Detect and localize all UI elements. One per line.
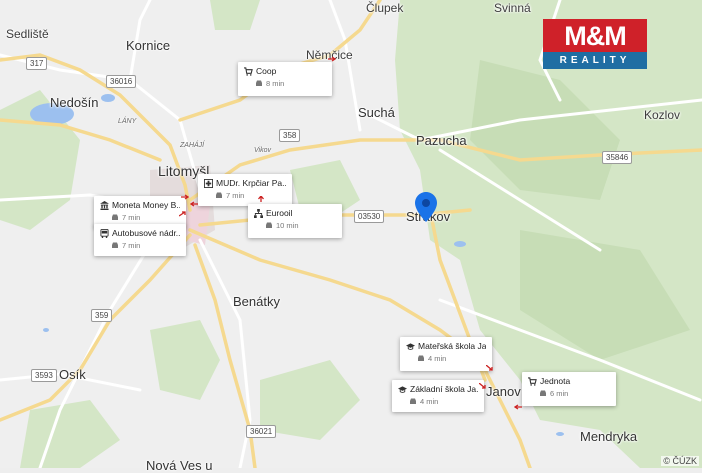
cart-icon xyxy=(528,376,537,386)
poi-card-coop[interactable]: Coop 8 min xyxy=(238,62,332,96)
poi-travel-time: 4 min xyxy=(428,354,447,363)
place-label-kozlov: Kozlov xyxy=(644,108,681,122)
graduation-cap-icon xyxy=(406,342,415,350)
place-label-sedliste: Sedliště xyxy=(6,27,49,41)
materska-pointer-arrow-icon xyxy=(486,365,493,371)
poi-name: Moneta Money B... xyxy=(112,200,180,210)
poi-travel-time: 6 min xyxy=(550,389,569,398)
road-number-317: 317 xyxy=(26,57,48,70)
poi-card-materska[interactable]: Mateřská škola Ja... 4 min xyxy=(400,337,492,371)
place-label-nedosin: Nedošín xyxy=(50,95,99,110)
place-label-mendryka: Mendryka xyxy=(580,429,638,444)
road-number-358: 358 xyxy=(279,129,301,142)
place-label-kornice: Kornice xyxy=(126,38,171,53)
car-icon xyxy=(540,390,546,396)
car-icon xyxy=(256,80,262,86)
poi-travel-time: 7 min xyxy=(122,241,141,250)
moneta-pointer-arrow-icon xyxy=(181,194,189,200)
poi-card-krpciar[interactable]: MUDr. Krpčiar Pa... 7 min xyxy=(198,174,292,206)
car-icon xyxy=(266,222,272,228)
car-icon xyxy=(410,398,416,404)
road-number-3593: 3593 xyxy=(31,369,57,382)
poi-travel-time: 8 min xyxy=(266,79,285,88)
jednota-pointer-arrow-icon xyxy=(514,404,522,410)
logo-subtitle: REALITY xyxy=(543,52,647,69)
car-icon xyxy=(418,355,424,361)
car-icon xyxy=(112,214,118,220)
place-label-zahaji: ZAHÁJÍ xyxy=(180,142,205,149)
place-label-pazucha: Pazucha xyxy=(416,133,467,148)
autobus-pointer-arrow-icon xyxy=(179,211,186,217)
place-label-vikov: Vikov xyxy=(254,147,271,154)
bus-icon xyxy=(100,228,109,238)
poi-name: Základní škola Ja... xyxy=(410,384,478,394)
road-number-03530: 03530 xyxy=(354,210,385,223)
location-pin-icon[interactable] xyxy=(415,192,437,222)
place-label-nova-ves: Nová Ves u xyxy=(146,458,213,473)
poi-name: Autobusové nádr... xyxy=(112,228,180,238)
logo-wordmark: M&M xyxy=(543,19,647,52)
place-label-lany: LÁNY xyxy=(118,118,137,125)
poi-travel-time: 7 min xyxy=(122,213,141,222)
map-copyright: © ČÚZK xyxy=(661,456,699,466)
place-label-svinna: Svinná xyxy=(494,1,531,15)
poi-card-jednota[interactable]: Jednota 6 min xyxy=(522,372,616,406)
poi-name: Mateřská škola Ja... xyxy=(418,341,486,351)
place-label-sucha: Suchá xyxy=(358,105,395,120)
poi-card-eurooil[interactable]: Eurooil 10 min xyxy=(248,204,342,238)
eurooil-pointer-arrow-icon xyxy=(258,196,264,202)
car-icon xyxy=(112,242,118,248)
poi-name: Jednota xyxy=(540,376,571,386)
poi-travel-time: 10 min xyxy=(276,221,299,230)
road-number-36016: 36016 xyxy=(106,75,137,88)
poi-card-zakladni[interactable]: Základní škola Ja... 4 min xyxy=(392,380,484,412)
place-label-osik: Osík xyxy=(59,367,86,382)
mm-reality-logo[interactable]: M&M REALITY xyxy=(543,19,647,69)
poi-card-autobus[interactable]: Autobusové nádr... 7 min xyxy=(94,224,186,256)
place-label-clupek: Člupek xyxy=(366,1,404,15)
car-icon xyxy=(216,192,222,198)
road-number-359: 359 xyxy=(91,309,113,322)
medical-cross-icon xyxy=(204,178,213,188)
cart-icon xyxy=(244,66,253,76)
poi-name: Eurooil xyxy=(266,208,293,218)
poi-travel-time: 7 min xyxy=(226,191,245,200)
coop-pointer-arrow-icon xyxy=(328,56,336,62)
fuel-network-icon xyxy=(254,208,263,218)
poi-name: Coop xyxy=(256,66,277,76)
place-label-janov: Janov xyxy=(486,384,521,399)
place-label-benatky: Benátky xyxy=(233,294,280,309)
krpciar-pointer-arrow-icon xyxy=(190,201,198,207)
poi-travel-time: 4 min xyxy=(420,397,439,406)
zakladni-pointer-arrow-icon xyxy=(479,383,486,389)
poi-name: MUDr. Krpčiar Pa... xyxy=(216,178,286,188)
graduation-cap-icon xyxy=(398,385,407,393)
bank-icon xyxy=(100,200,109,210)
road-number-36021: 36021 xyxy=(246,425,277,438)
road-number-35846: 35846 xyxy=(602,151,633,164)
